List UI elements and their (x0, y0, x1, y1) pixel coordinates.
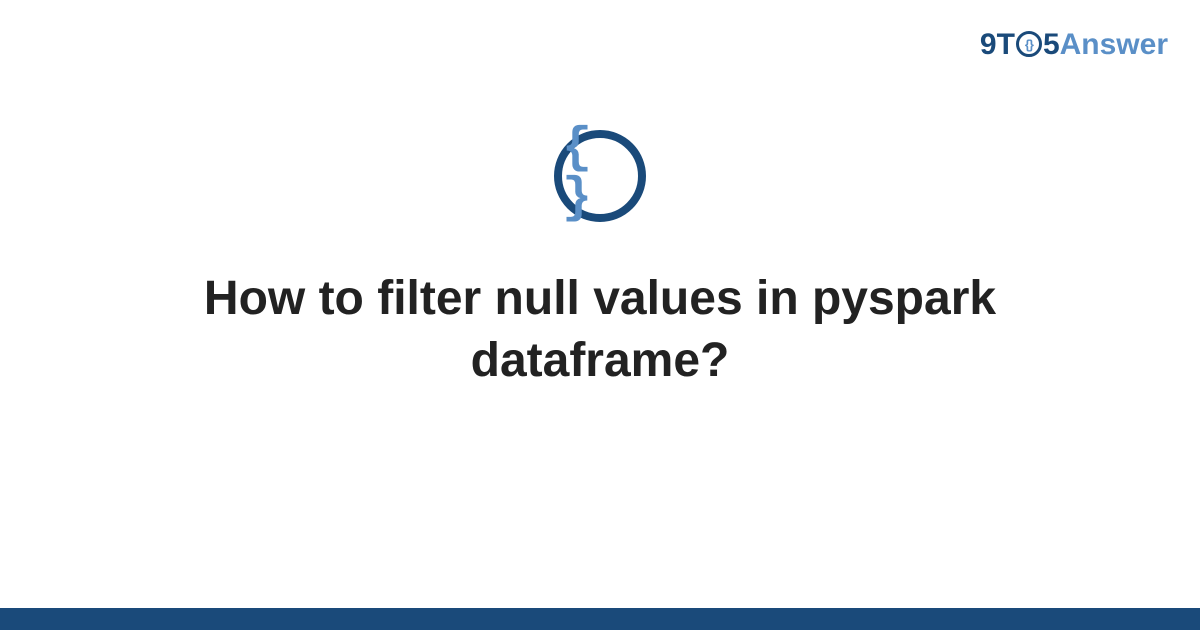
footer-bar (0, 608, 1200, 630)
logo-ring-icon: {} (1016, 31, 1042, 57)
page-title: How to filter null values in pyspark dat… (100, 268, 1100, 393)
logo-text-5: 5 (1043, 28, 1060, 62)
site-logo: 9T {} 5 Answer (980, 28, 1168, 62)
logo-ring-braces: {} (1025, 37, 1033, 52)
braces-glyph: { } (562, 124, 638, 224)
main-content: { } How to filter null values in pyspark… (0, 130, 1200, 393)
code-braces-icon: { } (554, 130, 646, 222)
logo-text-9t: 9T (980, 28, 1015, 62)
logo-text-answer: Answer (1060, 28, 1168, 62)
